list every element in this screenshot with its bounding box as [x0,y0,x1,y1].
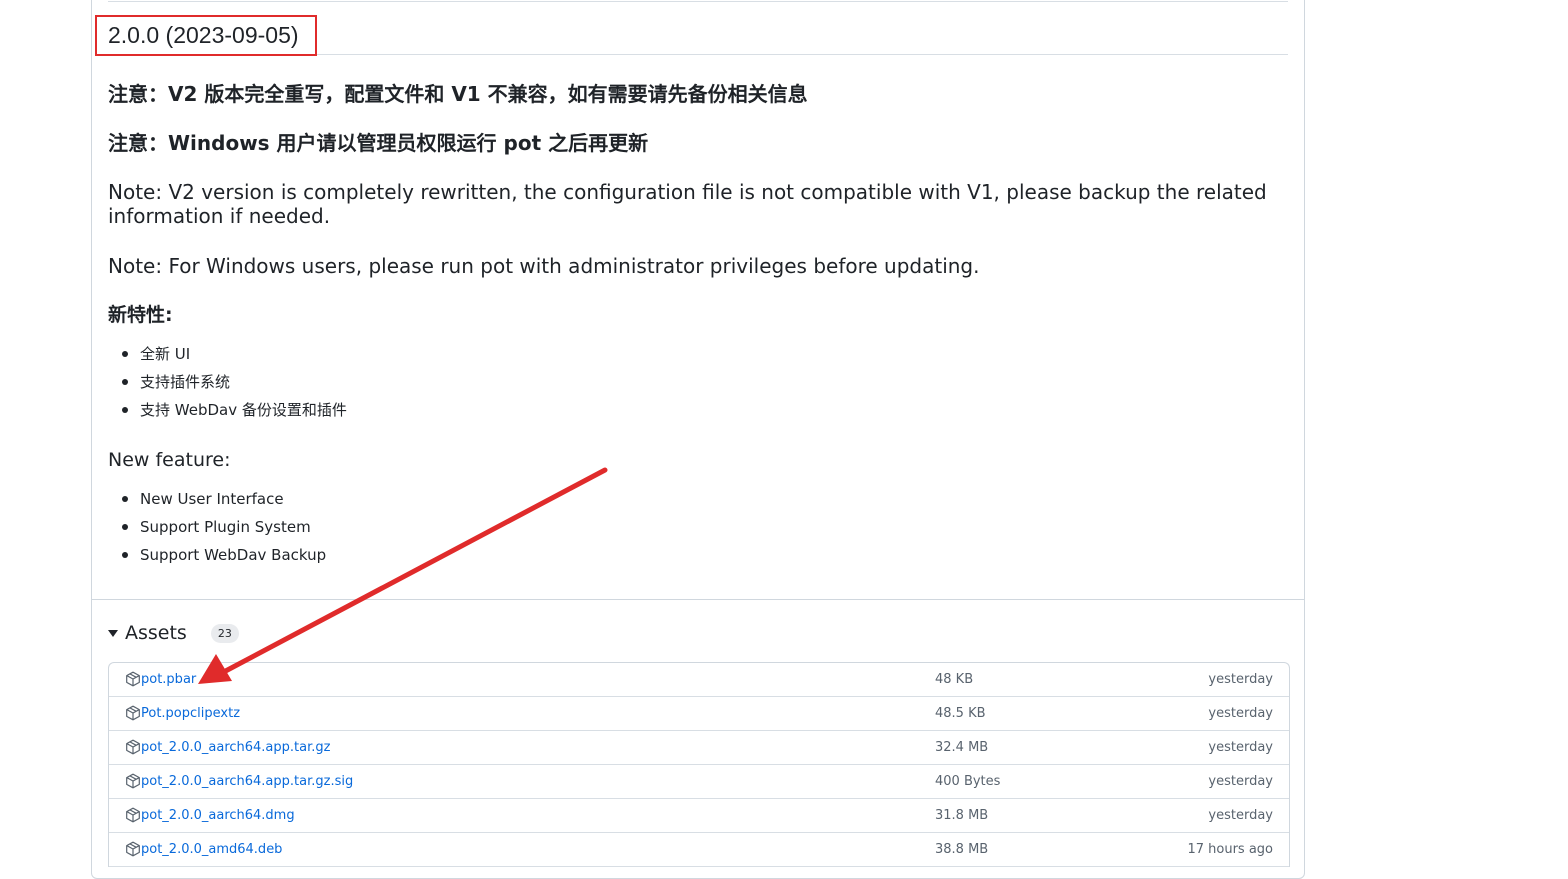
asset-row: pot_2.0.0_aarch64.dmg 31.8 MB yesterday [109,799,1289,833]
note-en-rewrite: Note: V2 version is completely rewritten… [108,180,1267,228]
assets-count-badge: 23 [210,623,239,643]
list-item: New User Interface [121,485,326,513]
asset-row: pot_2.0.0_amd64.deb 38.8 MB 17 hours ago [109,833,1289,867]
asset-time: yesterday [1208,706,1273,721]
assets-divider [92,599,1304,600]
package-icon [126,773,140,789]
release-card: 2.0.0 (2023-09-05) 注意：V2 版本完全重写，配置文件和 V1… [91,0,1305,879]
features-cn-list: 全新 UI 支持插件系统 支持 WebDav 备份设置和插件 [108,340,347,424]
note-cn-rewrite: 注意：V2 版本完全重写，配置文件和 V1 不兼容，如有需要请先备份相关信息 [108,82,808,106]
assets-title: Assets [125,622,187,644]
list-item: 全新 UI [122,340,347,368]
asset-size: 400 Bytes [935,774,1001,789]
release-header: 2.0.0 (2023-09-05) [95,0,1288,56]
asset-time: yesterday [1208,808,1273,823]
package-icon [126,841,140,857]
asset-link[interactable]: Pot.popclipextz [141,697,240,730]
asset-link[interactable]: pot_2.0.0_amd64.deb [141,833,282,866]
asset-row: Pot.popclipextz 48.5 KB yesterday [109,697,1289,731]
asset-link[interactable]: pot.pbar [141,663,196,696]
package-icon [126,671,140,687]
asset-row: pot_2.0.0_aarch64.app.tar.gz 32.4 MB yes… [109,731,1289,765]
asset-row: pot_2.0.0_aarch64.app.tar.gz.sig 400 Byt… [109,765,1289,799]
asset-row: pot.pbar 48 KB yesterday [109,663,1289,697]
features-cn-heading: 新特性: [108,304,173,326]
note-cn-admin: 注意：Windows 用户请以管理员权限运行 pot 之后再更新 [108,131,649,155]
release-version-title[interactable]: 2.0.0 (2023-09-05) [108,19,299,51]
asset-link[interactable]: pot_2.0.0_aarch64.app.tar.gz.sig [141,765,353,798]
package-icon [126,807,140,823]
asset-size: 48.5 KB [935,706,986,721]
asset-size: 32.4 MB [935,740,989,755]
asset-time: yesterday [1208,774,1273,789]
asset-time: yesterday [1208,740,1273,755]
assets-list: pot.pbar 48 KB yesterday Pot.popclipextz… [108,662,1290,867]
package-icon [126,739,140,755]
list-item: 支持插件系统 [122,368,347,396]
caret-down-icon [108,629,118,637]
asset-link[interactable]: pot_2.0.0_aarch64.app.tar.gz [141,731,330,764]
list-item: Support Plugin System [121,513,326,541]
asset-size: 31.8 MB [935,808,989,823]
features-en-list: New User Interface Support Plugin System… [108,485,326,569]
assets-toggle[interactable]: Assets 23 [108,620,239,646]
release-body: 2.0.0 (2023-09-05) 注意：V2 版本完全重写，配置文件和 V1… [95,0,1288,564]
list-item: 支持 WebDav 备份设置和插件 [122,396,347,424]
list-item: Support WebDav Backup [121,541,326,569]
asset-time: 17 hours ago [1187,842,1273,857]
asset-size: 38.8 MB [935,842,989,857]
asset-time: yesterday [1208,672,1273,687]
note-en-admin: Note: For Windows users, please run pot … [108,254,980,278]
features-en-heading: New feature: [108,449,231,471]
asset-link[interactable]: pot_2.0.0_aarch64.dmg [141,799,295,832]
asset-size: 48 KB [935,672,974,687]
package-icon [126,705,140,721]
